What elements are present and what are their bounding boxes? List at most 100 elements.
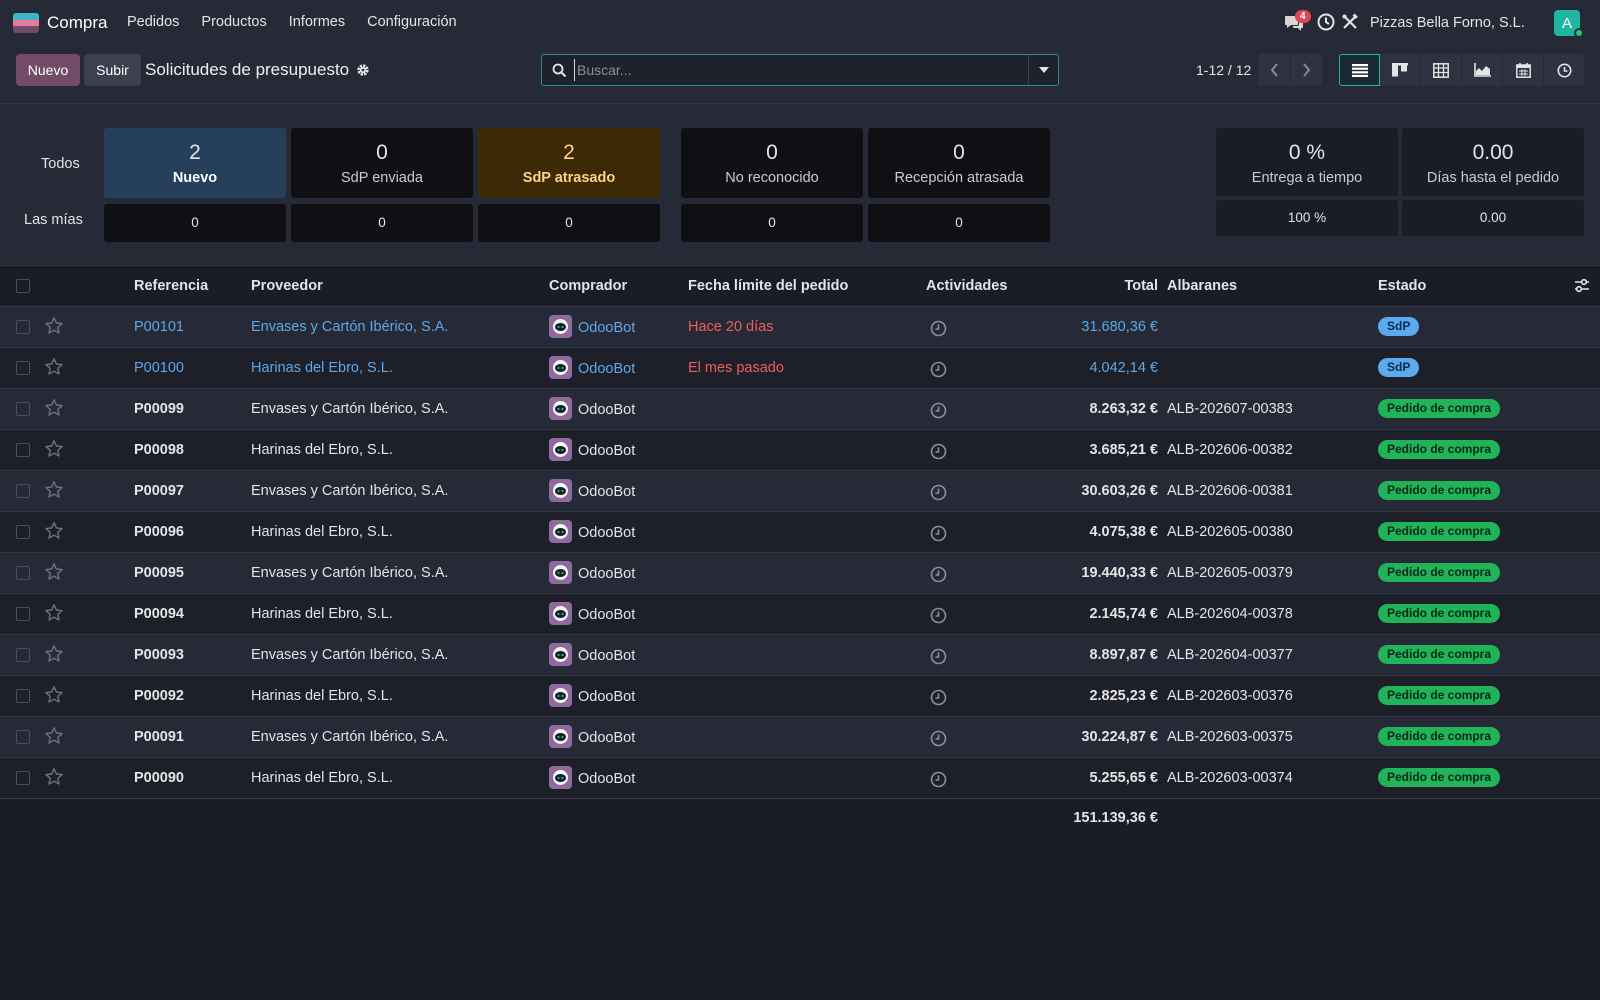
star-icon[interactable]	[44, 316, 64, 336]
header-deadline[interactable]: Fecha límite del pedido	[688, 278, 848, 294]
star-icon[interactable]	[44, 726, 64, 746]
cell-reference[interactable]: P00095	[134, 565, 184, 581]
row-checkbox[interactable]	[16, 689, 30, 703]
header-total[interactable]: Total	[1124, 278, 1158, 294]
activity-clock-icon[interactable]	[1317, 13, 1335, 31]
cell-reference[interactable]: P00092	[134, 688, 184, 704]
header-vendor[interactable]: Proveedor	[251, 278, 323, 294]
row-checkbox[interactable]	[16, 771, 30, 785]
cell-vendor[interactable]: Envases y Cartón Ibérico, S.A.	[251, 319, 448, 335]
table-row[interactable]: P00094 Harinas del Ebro, S.L. OdooBot 2.145…	[0, 594, 1600, 635]
menu-informes[interactable]: Informes	[289, 14, 345, 30]
star-icon[interactable]	[44, 521, 64, 541]
menu-pedidos[interactable]: Pedidos	[127, 14, 179, 30]
tile-mine-rfq-late[interactable]: 0	[478, 204, 660, 242]
table-row[interactable]: P00092 Harinas del Ebro, S.L. OdooBot 2.825…	[0, 676, 1600, 717]
list-view-button[interactable]	[1339, 54, 1380, 86]
cell-reference[interactable]: P00094	[134, 606, 184, 622]
search-input[interactable]	[574, 59, 1014, 81]
search-options-toggle[interactable]	[1028, 55, 1058, 85]
menu-configuracion[interactable]: Configuración	[367, 14, 456, 30]
pivot-view-button[interactable]	[1421, 54, 1462, 86]
upload-button[interactable]: Subir	[84, 54, 141, 86]
row-checkbox[interactable]	[16, 443, 30, 457]
menu-productos[interactable]: Productos	[201, 14, 266, 30]
tile-mine-rfq-sent[interactable]: 0	[291, 204, 473, 242]
row-checkbox[interactable]	[16, 566, 30, 580]
table-row[interactable]: P00096 Harinas del Ebro, S.L. OdooBot 4.075…	[0, 512, 1600, 553]
tile-mine-not-acknowledged[interactable]: 0	[681, 204, 863, 242]
row-checkbox[interactable]	[16, 484, 30, 498]
tile-all-rfq-sent[interactable]: 0 SdP enviada	[291, 128, 473, 198]
activity-clock-icon[interactable]	[930, 525, 947, 542]
activity-clock-icon[interactable]	[930, 443, 947, 460]
star-icon[interactable]	[44, 480, 64, 500]
row-checkbox[interactable]	[16, 648, 30, 662]
table-row[interactable]: P00093 Envases y Cartón Ibérico, S.A. Odoo…	[0, 635, 1600, 676]
cell-reference[interactable]: P00099	[134, 401, 184, 417]
star-icon[interactable]	[44, 685, 64, 705]
cell-reference[interactable]: P00101	[134, 319, 184, 335]
table-row[interactable]: P00098 Harinas del Ebro, S.L. OdooBot 3.685…	[0, 430, 1600, 471]
activity-clock-icon[interactable]	[930, 730, 947, 747]
star-icon[interactable]	[44, 603, 64, 623]
cell-reference[interactable]: P00100	[134, 360, 184, 376]
tile-mine-late-receipt[interactable]: 0	[868, 204, 1050, 242]
header-status[interactable]: Estado	[1378, 278, 1426, 294]
cell-reference[interactable]: P00091	[134, 729, 184, 745]
tile-all-rfq-late[interactable]: 2 SdP atrasado	[478, 128, 660, 198]
calendar-view-button[interactable]	[1503, 54, 1544, 86]
table-row[interactable]: P00097 Envases y Cartón Ibérico, S.A. Odoo…	[0, 471, 1600, 512]
row-checkbox[interactable]	[16, 320, 30, 334]
cell-reference[interactable]: P00097	[134, 483, 184, 499]
tile-all-late-receipt[interactable]: 0 Recepción atrasada	[868, 128, 1050, 198]
star-icon[interactable]	[44, 562, 64, 582]
activity-clock-icon[interactable]	[930, 607, 947, 624]
activity-clock-icon[interactable]	[930, 566, 947, 583]
table-row[interactable]: P00100 Harinas del Ebro, S.L. OdooBot El me…	[0, 348, 1600, 389]
kanban-view-button[interactable]	[1380, 54, 1421, 86]
header-buyer[interactable]: Comprador	[549, 278, 627, 294]
row-checkbox[interactable]	[16, 607, 30, 621]
cell-reference[interactable]: P00098	[134, 442, 184, 458]
cell-buyer[interactable]: OdooBot	[578, 320, 635, 336]
cell-reference[interactable]: P00090	[134, 770, 184, 786]
activity-clock-icon[interactable]	[930, 484, 947, 501]
purchase-app-icon[interactable]	[13, 13, 39, 33]
star-icon[interactable]	[44, 439, 64, 459]
company-switcher[interactable]: Pizzas Bella Forno, S.L.	[1370, 15, 1525, 31]
new-button[interactable]: Nuevo	[16, 54, 80, 86]
cell-buyer[interactable]: OdooBot	[578, 361, 635, 377]
optional-columns-icon[interactable]	[1574, 278, 1590, 294]
star-icon[interactable]	[44, 767, 64, 787]
tools-icon[interactable]	[1341, 13, 1359, 31]
activity-clock-icon[interactable]	[930, 771, 947, 788]
activity-clock-icon[interactable]	[930, 648, 947, 665]
star-icon[interactable]	[44, 357, 64, 377]
table-row[interactable]: P00099 Envases y Cartón Ibérico, S.A. Odoo…	[0, 389, 1600, 430]
activity-clock-icon[interactable]	[930, 689, 947, 706]
activity-clock-icon[interactable]	[930, 320, 947, 337]
cell-reference[interactable]: P00093	[134, 647, 184, 663]
star-icon[interactable]	[44, 398, 64, 418]
activity-clock-icon[interactable]	[930, 402, 947, 419]
table-row[interactable]: P00095 Envases y Cartón Ibérico, S.A. Odoo…	[0, 553, 1600, 594]
star-icon[interactable]	[44, 644, 64, 664]
pager-next-button[interactable]	[1290, 54, 1322, 86]
pager-value[interactable]: 1-12 / 12	[1196, 62, 1251, 78]
table-row[interactable]: P00090 Harinas del Ebro, S.L. OdooBot 5.255…	[0, 758, 1600, 799]
tile-all-not-acknowledged[interactable]: 0 No reconocido	[681, 128, 863, 198]
tile-all-new[interactable]: 2 Nuevo	[104, 128, 286, 198]
row-checkbox[interactable]	[16, 402, 30, 416]
pager-previous-button[interactable]	[1258, 54, 1290, 86]
row-checkbox[interactable]	[16, 361, 30, 375]
header-activities[interactable]: Actividades	[926, 278, 1007, 294]
graph-view-button[interactable]	[1462, 54, 1503, 86]
header-reference[interactable]: Referencia	[134, 278, 208, 294]
select-all-checkbox[interactable]	[16, 279, 30, 293]
activity-view-button[interactable]	[1544, 54, 1585, 86]
table-row[interactable]: P00101 Envases y Cartón Ibérico, S.A. Odoo…	[0, 307, 1600, 348]
activity-clock-icon[interactable]	[930, 361, 947, 378]
tile-mine-new[interactable]: 0	[104, 204, 286, 242]
cell-vendor[interactable]: Harinas del Ebro, S.L.	[251, 360, 393, 376]
